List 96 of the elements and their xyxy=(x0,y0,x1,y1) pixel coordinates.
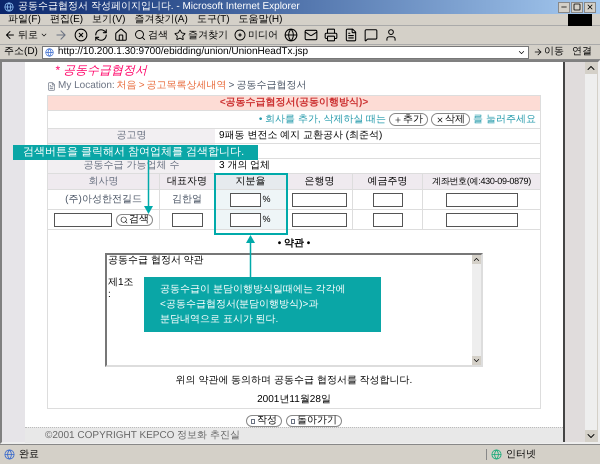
address-label: 주소(D) xyxy=(4,47,38,57)
forward-icon[interactable] xyxy=(54,28,68,42)
home-icon[interactable] xyxy=(114,28,128,42)
favorites-button[interactable]: 즐겨찾기 xyxy=(174,28,228,42)
scroll-down-icon xyxy=(472,356,481,365)
callout: 검색버튼을 클릭해서 참여업체를 검색합니다. xyxy=(13,145,258,160)
breadcrumb-separator: > xyxy=(228,80,234,92)
plus-icon xyxy=(394,116,402,124)
notice-text: • 회사를 추가, 삭제하실 때는 xyxy=(258,114,386,124)
globe-icon xyxy=(491,449,502,460)
search-icon xyxy=(134,29,146,41)
search-button[interactable]: 검색 xyxy=(134,28,168,42)
links-button[interactable]: 연결 xyxy=(568,47,596,57)
table-cell: 김한얼 xyxy=(172,194,202,204)
footer: ©2001 COPYRIGHT KEPCO 정보화 추진실 xyxy=(25,427,563,443)
search-button[interactable]: 검색 xyxy=(116,214,153,226)
arrow-right-icon xyxy=(533,47,543,57)
close-button[interactable] xyxy=(584,2,596,12)
input-field[interactable] xyxy=(292,192,347,206)
input-field[interactable] xyxy=(230,212,262,226)
document-icon[interactable] xyxy=(344,28,358,42)
mail-icon[interactable] xyxy=(304,28,318,42)
column-header: 예금주명 xyxy=(368,176,408,186)
arrow-left-icon xyxy=(4,29,16,41)
star-icon xyxy=(174,29,186,41)
menu-item[interactable]: 도구(T) xyxy=(196,14,230,24)
input-field[interactable] xyxy=(54,212,112,226)
input-field[interactable] xyxy=(230,192,262,206)
print-icon[interactable] xyxy=(324,28,338,42)
stop-icon[interactable] xyxy=(74,28,88,42)
breadcrumb-separator: > xyxy=(138,80,145,92)
form-heading: <공동수급협정서(공동이행방식)> xyxy=(220,98,368,108)
agreement-text: 위의 약관에 동의하며 공동수급 협정서를 작성합니다. xyxy=(176,376,412,386)
window-title: 공동수급협정서 작성페이지입니다. - Microsoft Internet Explorer xyxy=(18,2,300,12)
input-field[interactable] xyxy=(372,212,402,226)
location-label: My Location: xyxy=(58,80,115,92)
column-header: 은행명 xyxy=(304,176,334,186)
callout-arrow xyxy=(246,235,255,277)
x-icon xyxy=(436,116,444,124)
menu-item[interactable]: 즐겨찾기(A) xyxy=(134,14,188,24)
back-button[interactable]: 뒤로 xyxy=(4,28,48,42)
location-icon xyxy=(47,82,56,90)
browser-icon xyxy=(4,2,14,12)
search-icon xyxy=(120,216,128,224)
terms-article: 제1조 xyxy=(108,277,134,289)
column-header: 지분율 xyxy=(236,176,266,186)
maximize-button[interactable] xyxy=(571,2,583,12)
scrollbar[interactable] xyxy=(472,255,481,365)
scrollbar[interactable] xyxy=(585,62,597,442)
disc-icon xyxy=(234,29,246,41)
media-button[interactable]: 미디어 xyxy=(234,28,278,42)
column-header: 회사명 xyxy=(88,176,118,186)
status-text: 완료 xyxy=(19,450,39,460)
input-field[interactable] xyxy=(446,192,518,206)
column-header: 계좌번호(예:430-09-0879) xyxy=(432,177,531,186)
maximize-icon xyxy=(573,3,581,11)
input-field[interactable] xyxy=(292,212,347,226)
close-icon xyxy=(586,3,594,11)
percent-unit: % xyxy=(262,195,270,204)
page-icon xyxy=(4,449,15,460)
notice-text: 를 눌러주세요 xyxy=(473,114,536,124)
speech-bubble-icon[interactable] xyxy=(364,28,378,42)
address-field[interactable]: http://10.200.1.30:9700/ebidding/union/UnionHeadTx.jsp xyxy=(42,46,529,58)
input-field[interactable] xyxy=(446,212,518,226)
menu-item[interactable]: 편집(E) xyxy=(50,14,84,24)
menu-item[interactable]: 보기(V) xyxy=(92,14,126,24)
breadcrumb-current: 공동수급협정서 xyxy=(236,80,306,92)
scroll-up-icon xyxy=(472,255,481,264)
date-text: 2001년11월28일 xyxy=(257,395,331,405)
go-button[interactable]: 이동 xyxy=(533,47,564,57)
site-logo: * 공동수급협정서 xyxy=(54,63,148,77)
table-cell: (주)아성한전길드 xyxy=(65,194,142,204)
terms-heading: • 약관 • xyxy=(278,239,310,249)
delete-button[interactable]: 삭제 xyxy=(431,113,470,126)
zone-text: 인터넷 xyxy=(506,450,536,460)
scroll-down-icon xyxy=(585,430,597,442)
menu-item[interactable]: 파일(F) xyxy=(8,14,41,24)
field-value: 9패동 변전소 예지 교환공사 (최준석) xyxy=(219,131,382,141)
scroll-up-icon xyxy=(585,62,597,74)
column-header: 대표자명 xyxy=(167,176,207,186)
field-value: 3 개의 업체 xyxy=(219,161,270,171)
input-field[interactable] xyxy=(172,212,202,226)
terms-text: : xyxy=(108,289,111,301)
callout: 공동수급이 분담이행방식일때에는 각각에 <공동수급협정서(분담이행방식)>과 분담내역으로 표시가 된다. xyxy=(144,277,381,332)
menu-item[interactable]: 도움말(H) xyxy=(238,14,282,24)
page-icon xyxy=(44,48,54,56)
field-label: 공고명 xyxy=(116,131,146,141)
percent-unit: % xyxy=(262,215,270,224)
globe-icon[interactable] xyxy=(284,28,298,42)
person-icon[interactable] xyxy=(384,28,398,42)
caret-icon xyxy=(40,31,48,39)
terms-title: 공동수급 협정서 약관 xyxy=(108,255,204,267)
refresh-icon[interactable] xyxy=(94,28,108,42)
minimize-button[interactable] xyxy=(558,2,570,12)
add-button[interactable]: 추가 xyxy=(389,113,428,126)
input-field[interactable] xyxy=(372,192,402,206)
